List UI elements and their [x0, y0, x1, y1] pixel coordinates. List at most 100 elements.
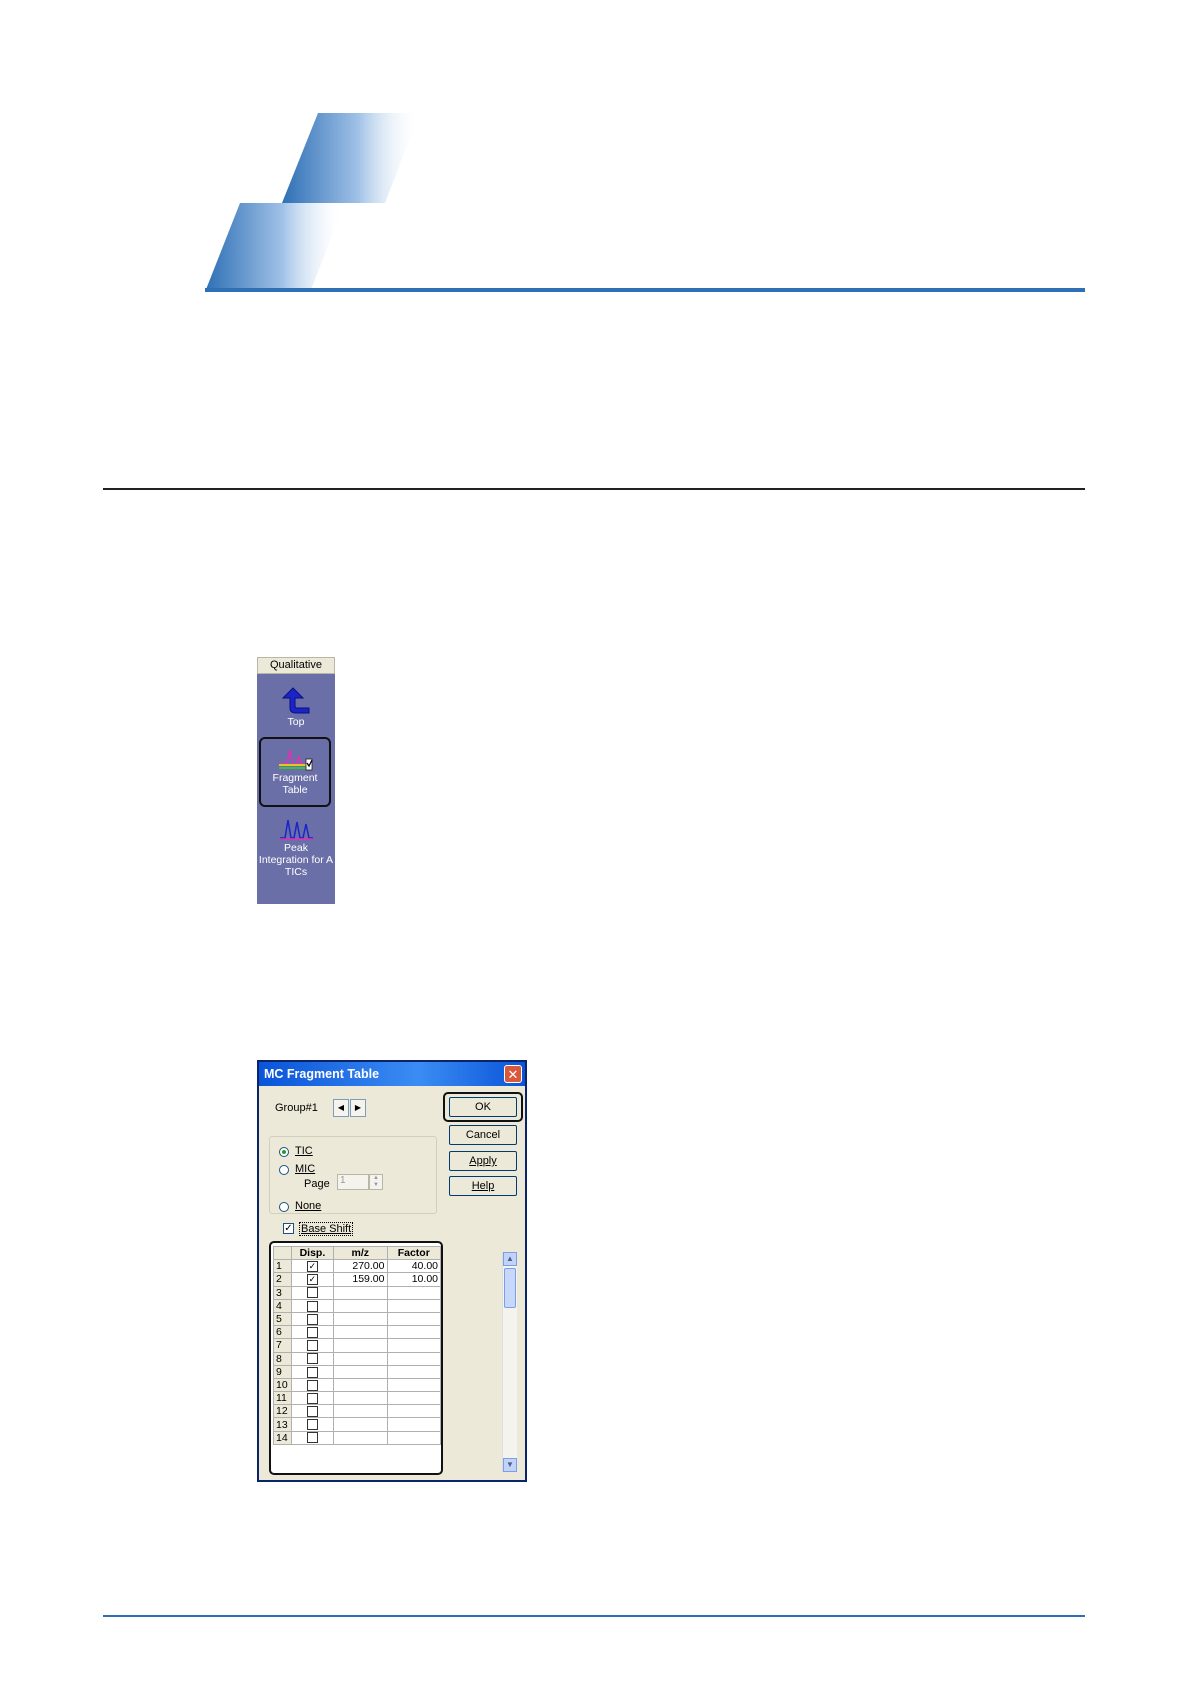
factor-cell[interactable]: [386, 1285, 441, 1300]
factor-cell[interactable]: [386, 1311, 441, 1327]
factor-cell[interactable]: [386, 1404, 441, 1419]
disp-checkbox[interactable]: [306, 1419, 318, 1431]
disp-cell[interactable]: [290, 1430, 335, 1445]
scroll-down-icon[interactable]: ▼: [503, 1458, 517, 1472]
chapter-header-graphic: [0, 0, 1190, 300]
none-radio[interactable]: [279, 1202, 289, 1212]
disp-cell[interactable]: [290, 1351, 335, 1366]
row-index: 7: [273, 1338, 292, 1353]
table-row[interactable]: 2 ✓ 159.00 10.00: [273, 1272, 441, 1287]
table-row[interactable]: 6: [273, 1325, 441, 1340]
table-row[interactable]: 5: [273, 1311, 441, 1327]
next-group-button[interactable]: ▶: [350, 1099, 366, 1117]
peak-integration-button[interactable]: Peak Integration for A TICs: [257, 814, 335, 878]
table-scrollbar[interactable]: ▲ ▼: [502, 1252, 517, 1472]
disp-cell[interactable]: [290, 1417, 335, 1432]
factor-cell[interactable]: [386, 1298, 441, 1313]
table-row[interactable]: 8: [273, 1351, 441, 1366]
mz-cell[interactable]: [333, 1325, 388, 1340]
factor-cell[interactable]: [386, 1364, 441, 1379]
top-button[interactable]: Top: [257, 682, 335, 728]
factor-cell[interactable]: [386, 1417, 441, 1432]
table-row[interactable]: 9: [273, 1364, 441, 1379]
peak-label-3: TICs: [284, 866, 308, 878]
help-button[interactable]: Help: [449, 1176, 517, 1196]
table-row[interactable]: 10: [273, 1377, 441, 1393]
disp-cell[interactable]: [290, 1404, 335, 1419]
mz-cell[interactable]: 270.00: [333, 1259, 388, 1274]
disp-checkbox[interactable]: ✓: [306, 1261, 318, 1272]
disp-checkbox[interactable]: [306, 1379, 318, 1391]
close-icon[interactable]: ✕: [504, 1065, 522, 1083]
disp-checkbox[interactable]: [306, 1406, 318, 1418]
mz-cell[interactable]: [333, 1351, 388, 1366]
mz-cell[interactable]: [333, 1391, 388, 1406]
disp-checkbox[interactable]: [306, 1300, 318, 1312]
disp-cell[interactable]: [290, 1391, 335, 1406]
factor-cell[interactable]: [386, 1377, 441, 1393]
disp-cell[interactable]: ✓: [290, 1259, 335, 1274]
tic-radio[interactable]: [279, 1147, 289, 1157]
disp-cell[interactable]: [290, 1364, 335, 1379]
disp-checkbox[interactable]: [306, 1287, 318, 1299]
scroll-up-icon[interactable]: ▲: [503, 1252, 517, 1266]
factor-cell[interactable]: [386, 1338, 441, 1353]
page-spinner[interactable]: ▲ ▼: [369, 1174, 383, 1190]
disp-cell[interactable]: ✓: [290, 1272, 335, 1287]
disp-checkbox[interactable]: [306, 1353, 318, 1365]
disp-checkbox[interactable]: [306, 1432, 318, 1444]
factor-cell[interactable]: [386, 1391, 441, 1406]
disp-checkbox[interactable]: [306, 1313, 318, 1325]
disp-cell[interactable]: [290, 1377, 335, 1393]
mz-cell[interactable]: [333, 1364, 388, 1379]
table-row[interactable]: 1 ✓ 270.00 40.00: [273, 1259, 441, 1274]
base-shift-checkbox[interactable]: ✓: [283, 1223, 294, 1234]
factor-cell[interactable]: [386, 1325, 441, 1340]
cancel-button[interactable]: Cancel: [449, 1125, 517, 1145]
mz-cell[interactable]: [333, 1404, 388, 1419]
factor-cell[interactable]: [386, 1351, 441, 1366]
scroll-thumb[interactable]: [504, 1268, 516, 1308]
table-row[interactable]: 7: [273, 1338, 441, 1353]
factor-cell[interactable]: 10.00: [386, 1272, 441, 1287]
row-index: 13: [273, 1417, 292, 1432]
disp-cell[interactable]: [290, 1298, 335, 1313]
disp-cell[interactable]: [290, 1311, 335, 1327]
fragment-table-button[interactable]: Fragment Table: [259, 737, 331, 807]
table-row[interactable]: 11: [273, 1391, 441, 1406]
col-disp: Disp.: [290, 1245, 335, 1261]
page-input[interactable]: 1: [337, 1174, 369, 1190]
mz-cell[interactable]: [333, 1377, 388, 1393]
ok-button[interactable]: OK: [449, 1097, 517, 1117]
disp-checkbox[interactable]: [306, 1392, 318, 1404]
mz-cell[interactable]: [333, 1285, 388, 1300]
disp-cell[interactable]: [290, 1338, 335, 1353]
disp-checkbox[interactable]: [306, 1366, 318, 1378]
mc-fragment-table-dialog: MC Fragment Table ✕ Group#1 ◀ ▶ OK Cance…: [257, 1060, 527, 1482]
table-row[interactable]: 12: [273, 1404, 441, 1419]
prev-group-button[interactable]: ◀: [333, 1099, 349, 1117]
table-row[interactable]: 4: [273, 1298, 441, 1313]
table-row[interactable]: 13: [273, 1417, 441, 1432]
row-index: 2: [273, 1272, 292, 1287]
table-row[interactable]: 3: [273, 1285, 441, 1300]
apply-button[interactable]: Apply: [449, 1151, 517, 1171]
disp-checkbox[interactable]: [306, 1326, 318, 1338]
row-index: 12: [273, 1404, 292, 1419]
fragment-table-frame: Disp. m/z Factor 1 ✓ 270.00 40.00 2 ✓ 159.00 10…: [269, 1241, 443, 1475]
disp-checkbox[interactable]: ✓: [306, 1274, 318, 1286]
qualitative-panel: Qualitative Top Fragment Table Peak Inte…: [257, 657, 335, 904]
disp-checkbox[interactable]: [306, 1340, 318, 1352]
disp-cell[interactable]: [290, 1285, 335, 1300]
mz-cell[interactable]: [333, 1338, 388, 1353]
factor-cell[interactable]: [386, 1430, 441, 1445]
factor-cell[interactable]: 40.00: [386, 1259, 441, 1274]
table-row[interactable]: 14: [273, 1430, 441, 1445]
mz-cell[interactable]: [333, 1298, 388, 1313]
mz-cell[interactable]: [333, 1430, 388, 1445]
disp-cell[interactable]: [290, 1325, 335, 1340]
mz-cell[interactable]: [333, 1417, 388, 1432]
mic-radio[interactable]: [279, 1165, 289, 1175]
mz-cell[interactable]: [333, 1311, 388, 1327]
mz-cell[interactable]: 159.00: [333, 1272, 388, 1287]
